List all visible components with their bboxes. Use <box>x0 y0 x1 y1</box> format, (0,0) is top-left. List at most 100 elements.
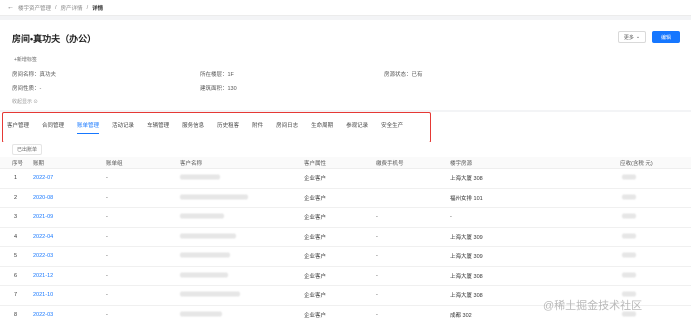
add-tag-link[interactable]: +新增标签 <box>14 56 37 63</box>
bill-group: - <box>106 214 108 221</box>
bill-group: - <box>106 292 108 299</box>
building-room: 上海大厦 309 <box>450 254 483 261</box>
period-link[interactable]: 2022-04 <box>33 234 53 240</box>
period-link[interactable]: 2021-10 <box>33 292 53 298</box>
field-room-name: 房间名称：真功夫 <box>12 72 57 78</box>
period-link[interactable]: 2022-03 <box>33 312 53 318</box>
redacted-text <box>180 233 236 239</box>
more-button[interactable]: 更多 ⌄ <box>618 31 646 43</box>
period-link[interactable]: 2021-09 <box>33 214 53 220</box>
customer-name-redacted <box>180 213 224 221</box>
amount-redacted <box>622 252 636 260</box>
chevron-down-icon: ⌄ <box>635 34 641 40</box>
redacted-text <box>180 213 224 219</box>
period-link[interactable]: 2022-03 <box>33 253 53 259</box>
col-header: 缴费手机号 <box>376 160 404 167</box>
row-index: 3 <box>14 214 18 221</box>
customer-attr: 企业客户 <box>304 215 327 222</box>
bill-group: - <box>106 233 108 240</box>
table-row[interactable]: 6 2021-12 - 企业客户 - 上海大厦 308 <box>0 267 691 286</box>
customer-name-redacted <box>180 194 248 201</box>
amount-redacted <box>622 174 636 182</box>
redacted-text <box>180 252 230 258</box>
watermark: @稀土掘金技术社区 <box>543 300 643 312</box>
customer-attr: 企业客户 <box>304 293 327 300</box>
redacted-text <box>622 233 636 239</box>
back-arrow-icon[interactable]: ← <box>7 4 14 11</box>
period-link[interactable]: 2020-08 <box>33 195 53 201</box>
bill-group: - <box>106 194 108 201</box>
amount-redacted <box>622 272 636 279</box>
redacted-text <box>180 194 248 200</box>
customer-attr: 企业客户 <box>304 312 327 319</box>
redacted-text <box>180 311 222 317</box>
tab-item[interactable]: 安全生产 <box>381 121 403 129</box>
filter-chip[interactable]: 已出账单 <box>12 144 43 155</box>
tab-list: 客户管理 合同管理 账单管理 活动记录 车辆管理 服务信息 历史租客 附件 房间日志 生命周期 参观… <box>7 121 416 134</box>
period-link[interactable]: 2021-12 <box>33 273 53 279</box>
customer-name-redacted <box>180 291 240 299</box>
tab-item[interactable]: 附件 <box>252 121 263 129</box>
info-fields: 房间名称：真功夫 所在楼层：1F 房源状态：已有 房间性质：- 建筑面积：130 <box>12 70 682 100</box>
customer-name-redacted <box>180 233 236 240</box>
tab-item[interactable]: 房间日志 <box>276 121 298 129</box>
breadcrumb-current: 详情 <box>92 5 104 12</box>
amount-redacted <box>622 233 636 240</box>
payer-phone: - <box>376 233 378 240</box>
table-row[interactable]: 5 2022-03 - 企业客户 - 上海大厦 309 <box>0 247 691 267</box>
payer-phone: - <box>376 272 378 279</box>
payer-phone: - <box>376 214 378 221</box>
bill-group: - <box>106 253 108 260</box>
table-row[interactable]: 4 2022-04 - 企业客户 - 上海大厦 309 <box>0 228 691 247</box>
tab-item[interactable]: 参观记录 <box>346 121 368 129</box>
tab-item[interactable]: 历史租客 <box>217 121 239 129</box>
redacted-text <box>622 272 636 278</box>
building-room: 上海大厦 309 <box>450 234 483 241</box>
amount-redacted <box>622 194 636 201</box>
payer-phone: - <box>376 292 378 299</box>
redacted-text <box>622 194 636 200</box>
page-title: 房间•真功夫（办公） <box>12 34 97 44</box>
collapse-toggle[interactable]: 收起显示 ⊙ <box>12 98 38 105</box>
customer-name-redacted <box>180 311 222 318</box>
field-nature: 房间性质：- <box>12 86 42 92</box>
breadcrumb-item[interactable]: 房产详情 <box>61 4 83 12</box>
redacted-text <box>622 291 636 297</box>
tab-item[interactable]: 服务信息 <box>182 121 204 129</box>
field-area: 建筑面积：130 <box>200 86 237 92</box>
period-link[interactable]: 2022-07 <box>33 175 53 181</box>
breadcrumb-bar: ← 楼宇资产管理 / 房产详情 / 详情 <box>0 0 691 16</box>
tab-item[interactable]: 账单管理 <box>77 121 100 134</box>
row-index: 4 <box>14 233 18 240</box>
detail-header: 房间•真功夫（办公） 更多 ⌄ 编辑 +新增标签 房间名称：真功夫 所在楼层：1… <box>0 20 691 110</box>
row-index: 6 <box>14 272 18 279</box>
customer-attr: 企业客户 <box>304 234 327 241</box>
bill-group: - <box>106 175 108 182</box>
bill-group: - <box>106 311 108 318</box>
customer-name-redacted <box>180 272 228 279</box>
tab-item[interactable]: 车辆管理 <box>147 121 169 129</box>
building-room: 上海大厦 308 <box>450 293 483 300</box>
row-index: 1 <box>14 175 18 182</box>
table-row[interactable]: 2 2020-08 - 企业客户 福州女排 101 <box>0 189 691 208</box>
tab-item[interactable]: 活动记录 <box>112 121 134 129</box>
tab-item[interactable]: 生命周期 <box>311 121 333 129</box>
bill-content: 已出账单 序号 账期 账单组 客户名称 客户属性 缴费手机号 楼宇房源 应收(含… <box>0 142 691 322</box>
table-row[interactable]: 1 2022-07 - 企业客户 上海大厦 308 <box>0 169 691 189</box>
customer-attr: 企业客户 <box>304 273 327 280</box>
redacted-text <box>180 174 220 180</box>
table-row[interactable]: 3 2021-09 - 企业客户 - - <box>0 208 691 228</box>
payer-phone: - <box>376 311 378 318</box>
building-room: 上海大厦 308 <box>450 176 483 183</box>
bill-group: - <box>106 272 108 279</box>
redacted-text <box>622 252 636 258</box>
row-index: 7 <box>14 292 18 299</box>
tab-item[interactable]: 客户管理 <box>7 121 29 129</box>
tab-item[interactable]: 合同管理 <box>42 121 64 129</box>
building-room: 成都 302 <box>450 312 472 319</box>
edit-button[interactable]: 编辑 <box>652 31 680 43</box>
chevron-up-icon: ⊙ <box>33 99 38 105</box>
breadcrumb-item[interactable]: 楼宇资产管理 <box>18 4 51 12</box>
field-status: 房源状态：已有 <box>384 72 423 78</box>
tabs-bar: 客户管理 合同管理 账单管理 活动记录 车辆管理 服务信息 历史租客 附件 房间日志 生命周期 参观… <box>0 112 691 142</box>
